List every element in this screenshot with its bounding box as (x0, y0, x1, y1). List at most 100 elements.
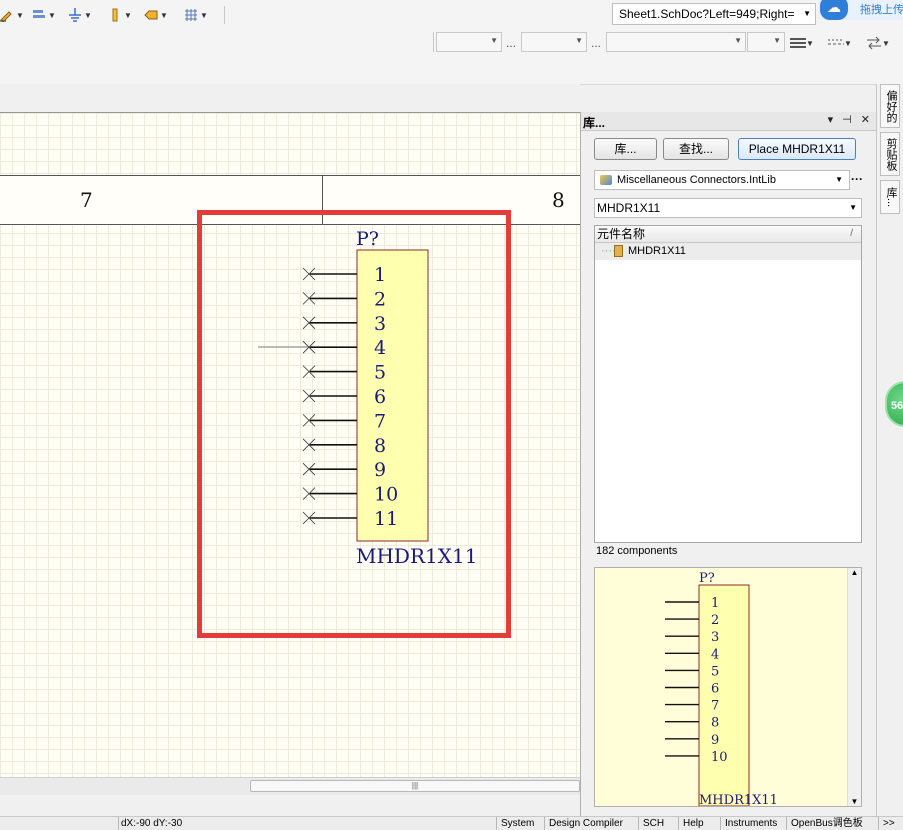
document-address-text: Sheet1.SchDoc?Left=949;Right= (619, 7, 795, 21)
chevron-down-icon: ▼ (575, 36, 583, 45)
toolbar-separator (224, 6, 225, 24)
toolbar-port-button[interactable]: ▼ (144, 6, 168, 24)
component-book-icon (614, 245, 623, 257)
dash-style-button[interactable]: ▼ (828, 34, 852, 52)
preview-scrollbar[interactable]: ▲ ▼ (847, 568, 861, 806)
ground-icon (68, 8, 82, 22)
component-drawing: P? 12 34 567 89 1011 MHDR1X11 (258, 228, 477, 568)
width-combo[interactable]: ▼ (747, 32, 785, 52)
right-dock: 偏好的 剪贴板 库... (876, 84, 903, 816)
size-combo[interactable]: ▼ (521, 32, 587, 52)
toolbar-ground-button[interactable]: ▼ (68, 6, 92, 24)
toolbar: ▼ ▼ ▼ ▼ ▼ ▼ Sheet1.SchDoc?Left=949;Right… (0, 0, 903, 85)
preview-pin-number: 4 (711, 647, 719, 662)
chevron-down-icon: ▼ (773, 36, 781, 45)
baidu-cloud-icon: ☁ (820, 0, 848, 20)
list-item[interactable]: ···· MHDR1X11 (595, 243, 861, 260)
preview-comment: MHDR1X11 (699, 793, 778, 806)
part-designator: P? (356, 228, 379, 250)
library-select[interactable]: Miscellaneous Connectors.IntLib ▼ (594, 170, 850, 190)
toolbar-separator (433, 32, 434, 52)
preview-pin-number: 3 (711, 630, 719, 645)
search-button[interactable]: 查找... (663, 138, 729, 160)
component-preview: P? 1 2 3 4 5 6 7 8 9 10 MHDR1X11 ▲ ▼ (594, 567, 862, 807)
column-header-component-name[interactable]: 元件名称 / (595, 226, 861, 243)
bus-icon (32, 8, 46, 22)
status-tab-system[interactable]: System (496, 817, 538, 830)
cloud-upload-widget[interactable]: ☁ 拖拽上传 (818, 0, 903, 20)
dock-tab-libraries[interactable]: 库... (880, 180, 900, 214)
preview-body (698, 584, 750, 806)
component-name: MHDR1X11 (628, 245, 686, 257)
pin-number: 7 (374, 410, 386, 432)
line-style-icon (790, 36, 806, 50)
pin-group: 12 34 567 89 1011 (302, 264, 398, 530)
schematic-canvas[interactable]: 7 8 P? 1 2 3 4 5 6 7 8 9 10 11 MHDR1X11 (0, 112, 580, 778)
library-more-button[interactable]: ··· (851, 172, 863, 186)
preview-designator: P? (699, 571, 715, 586)
component-count: 182 components (596, 545, 678, 557)
dock-tab-favorites[interactable]: 偏好的 (880, 84, 900, 128)
chevron-down-icon[interactable]: ▼ (848, 797, 861, 806)
status-tab-design-compiler[interactable]: Design Compiler (544, 817, 627, 830)
dash-style-icon (828, 36, 844, 50)
more-dots-icon: ... (506, 36, 517, 50)
status-tab-instruments[interactable]: Instruments (720, 817, 781, 830)
libraries-button[interactable]: 库... (594, 138, 657, 160)
cursor-coordinates: dX:-90 dY:-30 (118, 817, 182, 830)
preview-pin-number: 7 (711, 699, 719, 714)
pin-number: 10 (374, 484, 398, 506)
style-combo[interactable]: ▼ (606, 32, 746, 52)
preview-pin-number: 5 (711, 664, 719, 679)
library-panel: 库... ▾ ⊣ ✕ 库... 查找... Place MHDR1X11 Mis… (580, 112, 877, 816)
status-tab-help[interactable]: Help (678, 817, 708, 830)
toolbar-grid-button[interactable]: ▼ (184, 6, 208, 24)
preview-pin-number: 2 (711, 613, 719, 628)
chevron-down-icon: ▼ (734, 36, 742, 45)
pin-number: 11 (374, 508, 398, 530)
toolbar-bus-button[interactable]: ▼ (32, 6, 56, 24)
status-bar: dX:-90 dY:-30 System Design Compiler SCH… (0, 816, 903, 830)
pin-number: 1 (374, 264, 386, 286)
sort-indicator-icon: / (850, 228, 853, 239)
scrollbar-thumb[interactable]: ||| (250, 780, 580, 792)
port-icon (144, 8, 158, 22)
integrated-library-icon (600, 175, 612, 185)
status-tab-sch[interactable]: SCH (638, 817, 668, 830)
document-address-combo[interactable]: Sheet1.SchDoc?Left=949;Right= ▼ (612, 3, 816, 25)
pin-number: 6 (374, 386, 386, 408)
dock-tab-clipboard[interactable]: 剪贴板 (880, 132, 900, 176)
line-style-button[interactable]: ▼ (790, 34, 814, 52)
component-filter-combo[interactable]: MHDR1X11 ▼ (594, 198, 862, 218)
panel-controls[interactable]: ▾ ⊣ ✕ (828, 113, 873, 126)
power-port-icon (108, 8, 122, 22)
preview-pin-number: 9 (711, 733, 719, 748)
preview-pin-number: 1 (711, 596, 719, 611)
component-list[interactable]: 元件名称 / ···· MHDR1X11 (594, 225, 862, 543)
pin-number: 5 (374, 362, 386, 384)
status-tab-openbus[interactable]: OpenBus调色板 (786, 817, 867, 830)
preview-pin-number: 10 (711, 750, 728, 765)
toolbar-wire-button[interactable]: ▼ (0, 6, 24, 24)
preview-drawing: P? 1 2 3 4 5 6 7 8 9 10 MHDR1X11 (665, 571, 778, 806)
chevron-down-icon: ▼ (490, 36, 498, 45)
chevron-up-icon[interactable]: ▲ (848, 568, 861, 577)
preview-pin-number: 8 (711, 716, 719, 731)
font-combo[interactable]: ▼ (436, 32, 502, 52)
grid-icon (184, 8, 198, 22)
preview-pin-number: 6 (711, 682, 719, 697)
schematic-editor: 7 8 P? 1 2 3 4 5 6 7 8 9 10 11 MHDR1X11 ||| (0, 84, 580, 830)
place-component-button[interactable]: Place MHDR1X11 (738, 138, 856, 160)
toolbar-power-port-button[interactable]: ▼ (108, 6, 132, 24)
pin-number: 3 (374, 313, 386, 335)
chevron-down-icon: ▼ (803, 9, 811, 18)
cloud-upload-label: 拖拽上传 (860, 4, 903, 16)
chevron-down-icon: ▼ (849, 203, 857, 212)
pin-number: 4 (374, 337, 386, 359)
status-tab-more[interactable]: >> (878, 817, 899, 830)
library-panel-header: 库... ▾ ⊣ ✕ (581, 112, 877, 131)
arrow-style-button[interactable]: ▼ (866, 34, 890, 52)
filter-value: MHDR1X11 (597, 201, 661, 215)
more-dots-icon: ... (591, 36, 602, 50)
horizontal-scrollbar[interactable]: ||| (0, 777, 580, 795)
